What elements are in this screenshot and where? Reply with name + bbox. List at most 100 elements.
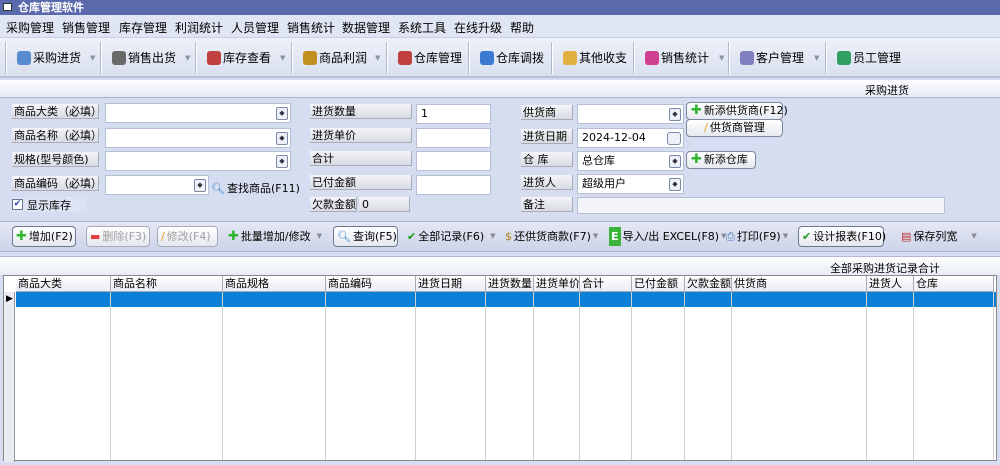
- menu-item[interactable]: 采购管理: [6, 19, 54, 36]
- column-header[interactable]: 商品名称: [111, 276, 223, 292]
- toolbar-purchase-button[interactable]: 采购进货: [17, 43, 81, 73]
- total-label: 合计: [310, 151, 412, 166]
- total-input[interactable]: [416, 151, 491, 171]
- manage-supplier-button[interactable]: / 供货商管理: [686, 119, 783, 137]
- column-header[interactable]: 商品编码: [326, 276, 416, 292]
- owed-label: 欠款金额: [310, 197, 357, 212]
- chevron-down-icon[interactable]: ▼: [719, 54, 724, 62]
- toolbar-transfer-button[interactable]: 仓库调拨: [480, 43, 544, 73]
- qty-label: 进货数量: [310, 104, 412, 119]
- toolbar-ledger-button[interactable]: 其他收支: [563, 43, 627, 73]
- column-divider: [110, 292, 111, 460]
- price-input[interactable]: [416, 128, 491, 148]
- add-supplier-button[interactable]: ✚ 新添供货商(F12): [686, 102, 788, 120]
- toolbar-inventory-button[interactable]: 库存查看: [207, 43, 271, 73]
- chevron-down-icon[interactable]: ▼: [814, 54, 819, 62]
- column-divider: [993, 292, 994, 460]
- menu-item[interactable]: 销售统计: [287, 19, 335, 36]
- show-stock-checkbox[interactable]: ✔ 显示库存: [12, 197, 87, 212]
- chevron-down-icon[interactable]: ▼: [375, 54, 380, 62]
- paid-input[interactable]: [416, 175, 491, 195]
- toolbar-chart-button[interactable]: 销售统计: [645, 43, 709, 73]
- window-menu-icon[interactable]: [3, 3, 12, 11]
- warehouse-combo[interactable]: 总仓库 ◆: [577, 151, 684, 171]
- menu-bar: 采购管理 销售管理 库存管理 利润统计 人员管理 销售统计 数据管理 系统工具 在线升级 帮助: [0, 15, 1000, 38]
- toolbar-staff-button[interactable]: 员工管理: [837, 43, 901, 73]
- minus-icon: ▬: [90, 230, 101, 243]
- magnifier-icon: 🔍︎: [211, 181, 225, 195]
- find-product-button[interactable]: 🔍︎ 查找商品(F11): [211, 180, 300, 196]
- save-column-width-button[interactable]: ▤ 保存列宽 ▼: [898, 226, 980, 247]
- batch-edit-button[interactable]: ✚ 批量增加/修改 ▼: [225, 226, 325, 247]
- chevron-down-icon[interactable]: ▼: [280, 54, 285, 62]
- add-warehouse-button[interactable]: ✚ 新添仓库: [686, 151, 756, 169]
- column-header[interactable]: 仓库: [914, 276, 994, 292]
- all-records-button[interactable]: ✔ 全部记录(F6) ▼: [404, 226, 499, 247]
- excel-button[interactable]: E 导入/出 EXCEL(F8) ▼: [606, 226, 729, 247]
- repay-supplier-button[interactable]: $ 还供货商款(F7) ▼: [502, 226, 601, 247]
- column-header[interactable]: 商品规格: [223, 276, 326, 292]
- toolbar-separator: [633, 42, 635, 74]
- column-header[interactable]: 供货商: [732, 276, 867, 292]
- spin-icon[interactable]: ◆: [669, 155, 681, 168]
- buyer-label: 进货人: [521, 175, 573, 190]
- menu-item[interactable]: 系统工具: [398, 19, 446, 36]
- chevron-down-icon[interactable]: ▼: [185, 54, 190, 62]
- category-label: 商品大类（必填）: [12, 104, 102, 119]
- qty-input[interactable]: 1: [416, 104, 491, 124]
- staff-icon: [837, 51, 851, 65]
- menu-item[interactable]: 利润统计: [175, 19, 223, 36]
- column-header[interactable]: 欠款金额: [685, 276, 732, 292]
- spec-combo[interactable]: ◆: [105, 151, 291, 171]
- magnifier-icon: 🔍︎: [337, 230, 351, 243]
- spin-icon[interactable]: ◆: [194, 179, 206, 192]
- supplier-combo[interactable]: ◆: [577, 104, 684, 124]
- toolbar-customer-button[interactable]: 客户管理: [740, 43, 804, 73]
- summary-bar: 全部采购进货记录合计: [0, 256, 1000, 275]
- column-header[interactable]: 已付金额: [632, 276, 685, 292]
- spin-icon[interactable]: ◆: [669, 108, 681, 121]
- query-button[interactable]: 🔍︎ 查询(F5): [333, 226, 398, 247]
- column-header[interactable]: 合计: [580, 276, 632, 292]
- name-combo[interactable]: ◆: [105, 128, 291, 148]
- column-header[interactable]: 进货人: [867, 276, 914, 292]
- note-input[interactable]: [577, 197, 945, 214]
- column-header[interactable]: 商品大类: [16, 276, 111, 292]
- spin-icon[interactable]: ◆: [276, 155, 288, 168]
- spin-icon[interactable]: ◆: [276, 107, 288, 120]
- code-combo[interactable]: ◆: [105, 175, 209, 195]
- column-header[interactable]: 进货数量: [486, 276, 534, 292]
- menu-item[interactable]: 人员管理: [231, 19, 279, 36]
- print-button[interactable]: ⎙ 打印(F9) ▼: [723, 226, 791, 247]
- chevron-down-icon[interactable]: ▼: [90, 54, 95, 62]
- buyer-combo[interactable]: 超级用户 ◆: [577, 174, 684, 194]
- spin-icon[interactable]: ◆: [669, 178, 681, 191]
- records-table[interactable]: ▶ 商品大类 商品名称 商品规格 商品编码 进货日期 进货数量 进货单价 合计 已付金额 欠款金额…: [3, 275, 997, 462]
- checkbox-checked-icon[interactable]: ✔: [12, 199, 23, 210]
- toolbar-money-bag-button[interactable]: 商品利润: [303, 43, 367, 73]
- main-toolbar: 采购进货 ▼ 销售出货 ▼ 库存查看 ▼ 商品利润 ▼ 仓库管理 仓库调拨 其他收支 销售统计 ▼ 客户管…: [0, 38, 1000, 78]
- row-indicator-column: ▶: [4, 292, 15, 462]
- menu-item[interactable]: 在线升级: [454, 19, 502, 36]
- column-header[interactable]: 进货单价: [534, 276, 580, 292]
- design-report-button[interactable]: ✔ 设计报表(F10): [798, 226, 886, 247]
- column-header[interactable]: 进货日期: [416, 276, 486, 292]
- add-button[interactable]: ✚ 增加(F2): [12, 226, 76, 247]
- category-combo[interactable]: ◆: [105, 103, 291, 123]
- spin-icon[interactable]: ◆: [276, 132, 288, 145]
- calendar-toggle-icon[interactable]: [667, 132, 681, 145]
- menu-item[interactable]: 销售管理: [62, 19, 110, 36]
- printer-icon: ⎙: [726, 230, 735, 243]
- menu-item[interactable]: 库存管理: [119, 19, 167, 36]
- inventory-icon: [207, 51, 221, 65]
- column-divider: [684, 292, 685, 460]
- toolbar-sales-button[interactable]: 销售出货: [112, 43, 176, 73]
- delete-button[interactable]: ▬ 删除(F3): [86, 226, 150, 247]
- toolbar-warehouse-button[interactable]: 仓库管理: [398, 43, 462, 73]
- menu-item[interactable]: 帮助: [510, 19, 534, 36]
- date-picker[interactable]: 2024-12-04: [577, 128, 684, 148]
- edit-button[interactable]: / 修改(F4): [157, 226, 218, 247]
- table-row-selected[interactable]: [16, 292, 996, 307]
- section-header: 采购进货: [0, 80, 1000, 98]
- menu-item[interactable]: 数据管理: [342, 19, 390, 36]
